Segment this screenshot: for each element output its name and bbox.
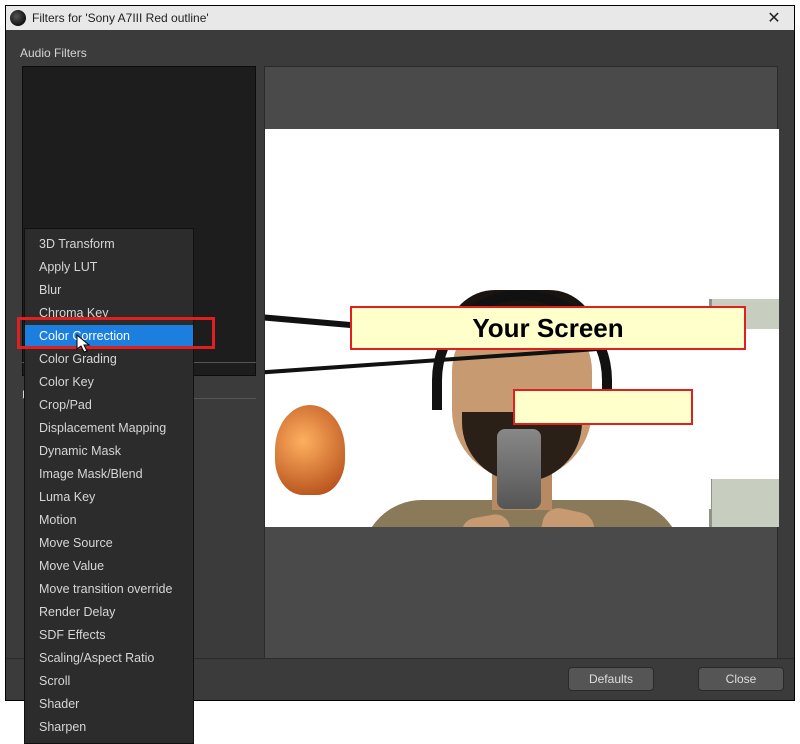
- menu-item-apply-lut[interactable]: Apply LUT: [25, 256, 193, 279]
- menu-item-move-transition-override[interactable]: Move transition override: [25, 578, 193, 601]
- titlebar[interactable]: Filters for 'Sony A7III Red outline' ✕: [6, 6, 794, 30]
- filter-preview: [264, 66, 778, 662]
- menu-item-shader[interactable]: Shader: [25, 693, 193, 716]
- menu-item-color-grading[interactable]: Color Grading: [25, 348, 193, 371]
- close-button[interactable]: Close: [698, 667, 784, 691]
- mouse-cursor-icon: [76, 334, 92, 354]
- menu-item-color-correction[interactable]: Color Correction: [25, 325, 193, 348]
- menu-item-motion[interactable]: Motion: [25, 509, 193, 532]
- close-icon: ✕: [767, 8, 780, 28]
- menu-item-color-key[interactable]: Color Key: [25, 371, 193, 394]
- menu-item-move-source[interactable]: Move Source: [25, 532, 193, 555]
- menu-item-3d-transform[interactable]: 3D Transform: [25, 233, 193, 256]
- menu-item-blur[interactable]: Blur: [25, 279, 193, 302]
- menu-item-crop-pad[interactable]: Crop/Pad: [25, 394, 193, 417]
- microphone: [497, 429, 541, 509]
- window-title: Filters for 'Sony A7III Red outline': [32, 11, 209, 25]
- annotation-secondary: [513, 389, 693, 425]
- audio-filters-label: Audio Filters: [20, 46, 87, 60]
- window-close-button[interactable]: ✕: [754, 6, 794, 30]
- background-lamp: [275, 405, 345, 495]
- annotation-your-screen: Your Screen: [350, 306, 746, 350]
- menu-item-sdf-effects[interactable]: SDF Effects: [25, 624, 193, 647]
- obs-icon: [10, 10, 26, 26]
- menu-item-move-value[interactable]: Move Value: [25, 555, 193, 578]
- menu-item-luma-key[interactable]: Luma Key: [25, 486, 193, 509]
- menu-item-dynamic-mask[interactable]: Dynamic Mask: [25, 440, 193, 463]
- filters-dialog: Filters for 'Sony A7III Red outline' ✕ A…: [5, 5, 795, 701]
- menu-item-chroma-key[interactable]: Chroma Key: [25, 302, 193, 325]
- defaults-button[interactable]: Defaults: [568, 667, 654, 691]
- menu-item-scaling-aspect-ratio[interactable]: Scaling/Aspect Ratio: [25, 647, 193, 670]
- menu-item-image-mask-blend[interactable]: Image Mask/Blend: [25, 463, 193, 486]
- menu-item-scroll[interactable]: Scroll: [25, 670, 193, 693]
- menu-item-sharpen[interactable]: Sharpen: [25, 716, 193, 739]
- menu-item-displacement-mapping[interactable]: Displacement Mapping: [25, 417, 193, 440]
- menu-item-render-delay[interactable]: Render Delay: [25, 601, 193, 624]
- add-filter-context-menu[interactable]: 3D TransformApply LUTBlurChroma KeyColor…: [24, 228, 194, 744]
